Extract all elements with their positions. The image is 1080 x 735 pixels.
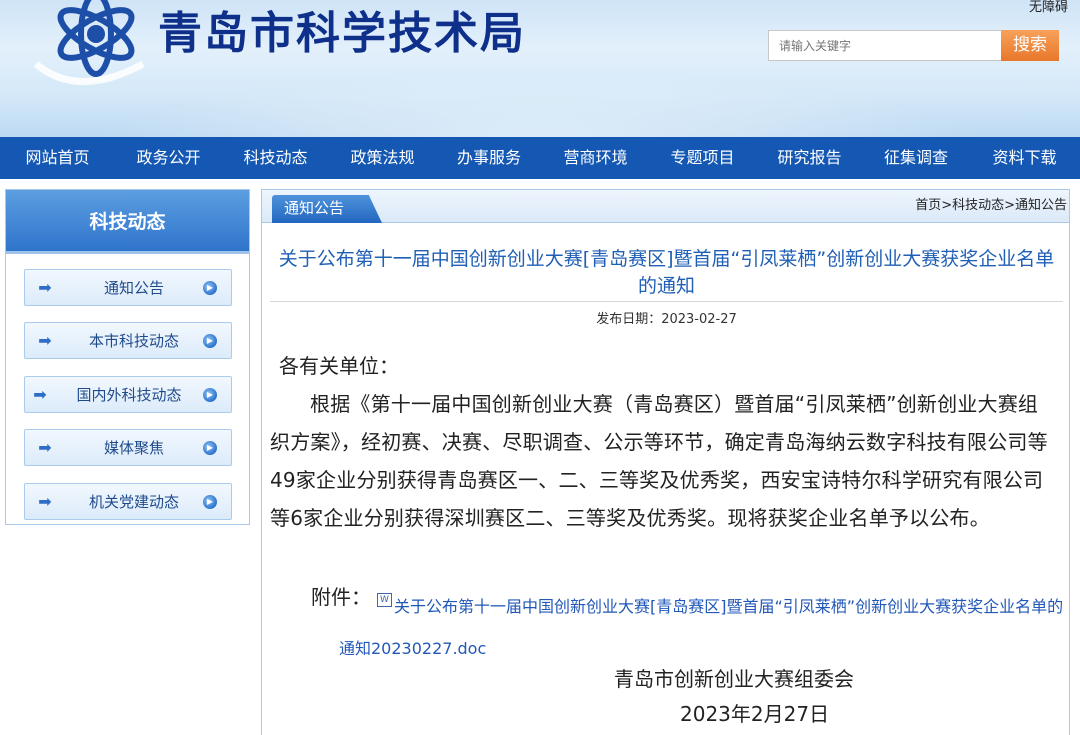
nav-item-policies[interactable]: 政策法规 [329, 137, 436, 179]
arrow-right-icon: ➡ [38, 331, 52, 350]
chevron-circle-icon: ▶ [203, 387, 217, 402]
site-header: 青岛市科学技术局 无障碍 搜索 [0, 0, 1080, 137]
search-button[interactable]: 搜索 [1001, 30, 1059, 61]
sidebar-item-label: 机关党建动态 [88, 493, 179, 511]
nav-item-projects[interactable]: 专题项目 [649, 137, 756, 179]
chevron-circle-icon: ▶ [203, 333, 217, 348]
sidebar-item-label: 国内外科技动态 [76, 386, 182, 404]
sidebar-item-party[interactable]: ➡ 机关党建动态 ▶ [24, 483, 232, 520]
signature-date: 2023年2月27日 [680, 702, 830, 726]
sidebar-item-notices[interactable]: ➡ 通知公告 ▶ [24, 269, 232, 306]
chevron-circle-icon: ▶ [203, 280, 217, 295]
nav-item-services[interactable]: 办事服务 [436, 137, 542, 179]
chevron-circle-icon: ▶ [203, 494, 217, 509]
arrow-right-icon: ➡ [38, 438, 52, 457]
breadcrumb[interactable]: 首页>科技动态>通知公告 [915, 198, 1067, 214]
sidebar-item-media[interactable]: ➡ 媒体聚焦 ▶ [24, 429, 232, 466]
site-title: 青岛市科学技术局 [158, 8, 526, 59]
atom-logo-icon[interactable] [28, 0, 148, 94]
sidebar: 科技动态 ➡ 通知公告 ▶ ➡ 本市科技动态 ▶ ➡ 国内外科技动态 ▶ ➡ 媒… [5, 189, 250, 525]
arrow-right-icon: ➡ [38, 278, 52, 297]
sidebar-item-world-tech[interactable]: ➡ 国内外科技动态 ▶ [24, 376, 232, 413]
salutation: 各有关单位： [279, 354, 399, 378]
nav-item-home[interactable]: 网站首页 [0, 137, 115, 179]
nav-item-tech-news[interactable]: 科技动态 [222, 137, 329, 179]
sidebar-item-label: 通知公告 [103, 279, 164, 297]
nav-item-downloads[interactable]: 资料下载 [969, 137, 1080, 179]
main-nav: 网站首页 政务公开 科技动态 政策法规 办事服务 营商环境 专题项目 研究报告 … [0, 137, 1080, 179]
chevron-circle-icon: ▶ [203, 440, 217, 455]
nav-item-reports[interactable]: 研究报告 [756, 137, 863, 179]
arrow-right-icon: ➡ [38, 492, 52, 511]
signature-org: 青岛市创新创业大赛组委会 [614, 667, 854, 691]
publish-date: 发布日期：2023-02-27 [596, 312, 737, 327]
search-input[interactable] [768, 30, 1001, 61]
article-title: 关于公布第十一届中国创新创业大赛[青岛赛区]暨首届“引凤莱栖”创新创业大赛获奖企… [278, 248, 1055, 297]
nav-item-surveys[interactable]: 征集调查 [863, 137, 969, 179]
sidebar-item-label: 本市科技动态 [88, 332, 179, 350]
accessibility-link[interactable]: 无障碍 [1029, 0, 1068, 16]
attachment-link-text[interactable]: 关于公布第十一届中国创新创业大赛[青岛赛区]暨首届“引凤莱栖”创新创业大赛获奖企… [339, 586, 1064, 670]
sidebar-item-local-tech[interactable]: ➡ 本市科技动态 ▶ [24, 322, 232, 359]
article-body: 根据《第十一届中国创新创业大赛（青岛赛区）暨首届“引凤莱栖”创新创业大赛组织方案… [270, 392, 1048, 530]
header-background-swoosh [0, 60, 1080, 137]
nav-item-gov-affairs[interactable]: 政务公开 [115, 137, 222, 179]
sidebar-item-label: 媒体聚焦 [103, 439, 164, 457]
title-divider [270, 301, 1063, 302]
attachment-link[interactable]: 关于公布第十一届中国创新创业大赛[青岛赛区]暨首届“引凤莱栖”创新创业大赛获奖企… [339, 586, 1064, 670]
nav-item-business-env[interactable]: 营商环境 [542, 137, 649, 179]
sidebar-title: 科技动态 [6, 190, 249, 254]
section-tabbar: 通知公告 首页>科技动态>通知公告 [262, 190, 1069, 223]
arrow-right-icon: ➡ [33, 385, 47, 404]
article-panel: 通知公告 首页>科技动态>通知公告 关于公布第十一届中国创新创业大赛[青岛赛区]… [261, 189, 1070, 735]
tab-notices[interactable]: 通知公告 [272, 195, 382, 223]
